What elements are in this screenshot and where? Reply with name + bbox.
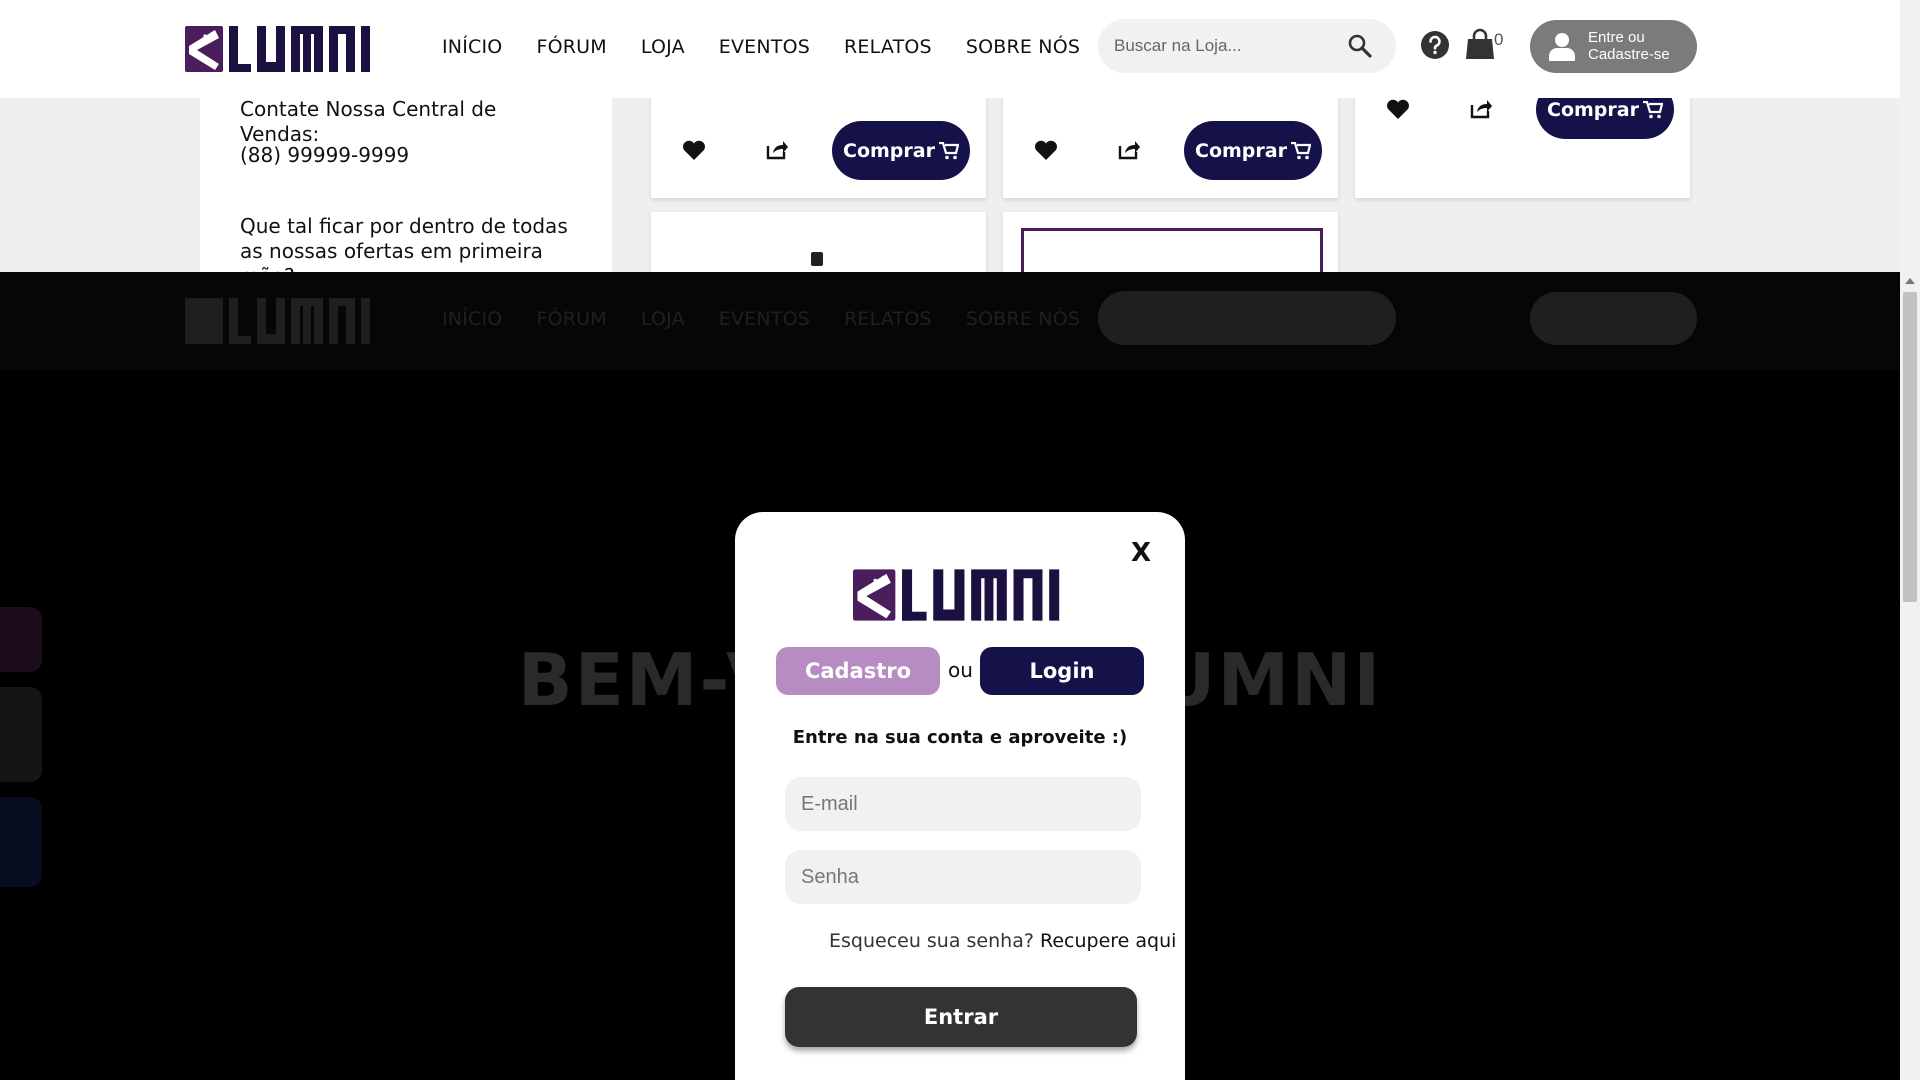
lumni-logo[interactable] (185, 24, 377, 74)
sales-contact-card: Contate Nossa Central de Vendas: (88) 99… (200, 80, 612, 288)
nav-eventos: EVENTOS (718, 308, 811, 330)
close-button[interactable]: X (1131, 538, 1151, 568)
buy-button[interactable]: Comprar (832, 121, 970, 180)
lumni-logo (185, 298, 370, 344)
forgot-password: Esqueceu sua senha? Recupere aqui (829, 930, 1176, 952)
site-header: INÍCIO FÓRUM LOJA EVENTOS RELATOS SOBRE … (0, 0, 1900, 98)
scroll-thumb[interactable] (1903, 292, 1917, 602)
forgot-password-text: Esqueceu sua senha? (829, 930, 1034, 952)
main-nav-dimmed: INÍCIO FÓRUM LOJA EVENTOS RELATOS SOBRE … (442, 308, 1114, 330)
main-nav: INÍCIO FÓRUM LOJA EVENTOS RELATOS SOBRE … (442, 36, 1114, 58)
scroll-up-arrow[interactable] (1905, 278, 1915, 284)
buy-button[interactable]: Comprar (1184, 121, 1322, 180)
heart-icon[interactable] (1034, 139, 1058, 161)
heart-icon[interactable] (682, 139, 706, 161)
tab-login[interactable]: Login (980, 647, 1144, 695)
share-icon[interactable] (765, 138, 789, 160)
lumni-logo (853, 569, 1060, 621)
side-tab-gray (0, 687, 42, 782)
nav-relatos[interactable]: RELATOS (844, 36, 932, 58)
nav-sobre-nos: SOBRE NÓS (965, 308, 1081, 330)
share-icon[interactable] (1469, 97, 1493, 119)
buy-label: Comprar (1195, 139, 1287, 162)
page-scrollbar[interactable] (1900, 0, 1920, 1080)
help-icon[interactable] (1420, 30, 1450, 60)
login-signup-button[interactable]: Entre ou Cadastre-se (1530, 20, 1697, 73)
recover-password-link[interactable]: Recupere aqui (1040, 930, 1176, 952)
contact-phone: (88) 99999-9999 (240, 143, 410, 167)
shopping-bag-icon[interactable] (1465, 28, 1495, 60)
buy-label: Comprar (1547, 98, 1639, 121)
buy-label: Comprar (843, 139, 935, 162)
product-image (811, 252, 823, 266)
login-signup-button-dimmed (1530, 292, 1697, 345)
nav-loja: LOJA (640, 308, 685, 330)
nav-relatos: RELATOS (844, 308, 932, 330)
cart-count: 0 (1494, 30, 1504, 49)
share-icon[interactable] (1117, 138, 1141, 160)
login-modal: X Cadastro ou Login Entre na sua conta e… (735, 512, 1185, 1080)
password-field[interactable] (785, 850, 1141, 904)
cart-icon (1290, 141, 1311, 159)
site-header-dimmed: INÍCIO FÓRUM LOJA EVENTOS RELATOS SOBRE … (0, 272, 1900, 370)
cart-icon (1642, 100, 1663, 118)
store-search-dimmed (1098, 291, 1396, 345)
nav-eventos[interactable]: EVENTOS (719, 36, 810, 58)
side-tab-blue (0, 797, 42, 887)
nav-forum: FÓRUM (536, 308, 607, 330)
contact-label: Contate Nossa Central de Vendas: (240, 97, 497, 146)
nav-forum[interactable]: FÓRUM (536, 36, 606, 58)
tab-separator: ou (948, 658, 973, 682)
user-icon (1549, 33, 1575, 61)
heart-icon[interactable] (1386, 98, 1410, 120)
nav-inicio: INÍCIO (442, 308, 503, 330)
nav-loja[interactable]: LOJA (641, 36, 685, 58)
login-submit-button[interactable]: Entrar (785, 987, 1137, 1047)
tab-signup[interactable]: Cadastro (776, 647, 940, 695)
side-tab-purple (0, 607, 42, 672)
cart-icon (938, 141, 959, 159)
search-icon[interactable] (1347, 33, 1373, 59)
nav-sobre-nos[interactable]: SOBRE NÓS (966, 36, 1080, 58)
email-field[interactable] (785, 777, 1141, 831)
nav-inicio[interactable]: INÍCIO (442, 36, 502, 58)
modal-subtitle: Entre na sua conta e aproveite :) (792, 727, 1128, 748)
search-input[interactable] (1114, 31, 1344, 61)
store-search (1098, 19, 1396, 73)
login-signup-label: Entre ou Cadastre-se (1588, 29, 1670, 63)
